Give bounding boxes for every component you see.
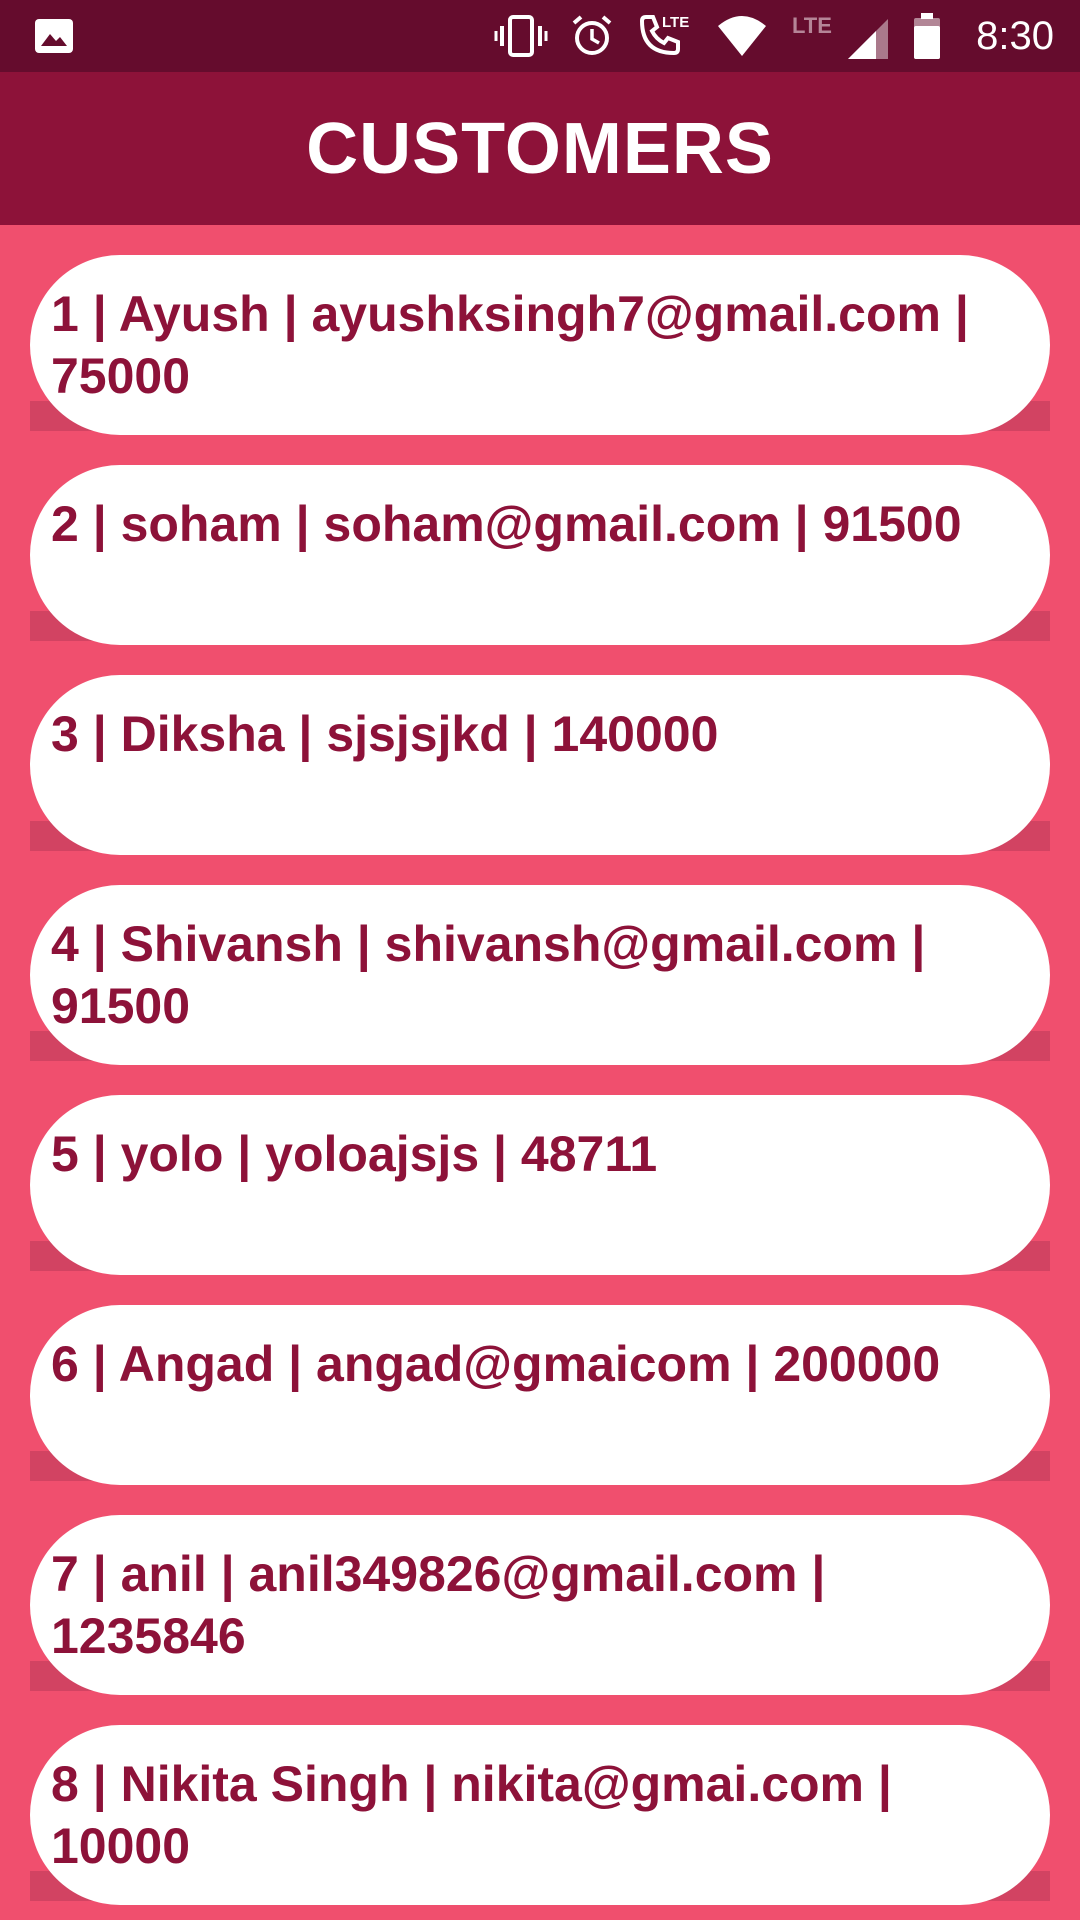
customer-card[interactable]: 8 | Nikita Singh | nikita@gmai.com | 100…	[30, 1725, 1050, 1905]
status-icons: LTE LTE 8:30	[494, 0, 1054, 72]
vibrate-icon	[494, 15, 548, 57]
svg-text:LTE: LTE	[662, 14, 689, 31]
list-item: 4 | Shivansh | shivansh@gmail.com | 9150…	[0, 855, 1080, 1065]
status-bar: LTE LTE 8:30	[0, 0, 1080, 72]
clock: 8:30	[976, 13, 1054, 58]
list-item: 2 | soham | soham@gmail.com | 91500	[0, 435, 1080, 645]
list-item: 1 | Ayush | ayushksingh7@gmail.com | 750…	[0, 225, 1080, 435]
list-item: 5 | yolo | yoloajsjs | 48711	[0, 1065, 1080, 1275]
customer-card[interactable]: 6 | Angad | angad@gmaicom | 200000	[30, 1305, 1050, 1485]
battery-icon	[914, 13, 941, 59]
customer-text: 2 | soham | soham@gmail.com | 91500	[51, 496, 962, 552]
customer-list[interactable]: 1 | Ayush | ayushksingh7@gmail.com | 750…	[0, 225, 1080, 1920]
list-item: 6 | Angad | angad@gmaicom | 200000	[0, 1275, 1080, 1485]
customer-card[interactable]: 3 | Diksha | sjsjsjkd | 140000	[30, 675, 1050, 855]
volte-call-icon: LTE	[640, 14, 689, 56]
alarm-icon	[572, 15, 612, 55]
svg-text:LTE: LTE	[792, 13, 832, 38]
customer-text: 5 | yolo | yoloajsjs | 48711	[51, 1126, 658, 1182]
customer-text: 4 | Shivansh | shivansh@gmail.com | 9150…	[51, 916, 926, 1034]
customer-card[interactable]: 4 | Shivansh | shivansh@gmail.com | 9150…	[30, 885, 1050, 1065]
list-item: 3 | Diksha | sjsjsjkd | 140000	[0, 645, 1080, 855]
customer-text: 6 | Angad | angad@gmaicom | 200000	[51, 1336, 941, 1392]
customer-text: 1 | Ayush | ayushksingh7@gmail.com | 750…	[51, 286, 969, 404]
page-title: CUSTOMERS	[306, 108, 774, 189]
image-icon	[35, 19, 73, 53]
customer-text: 7 | anil | anil349826@gmail.com | 123584…	[51, 1546, 826, 1664]
customer-card[interactable]: 1 | Ayush | ayushksingh7@gmail.com | 750…	[30, 255, 1050, 435]
customer-card[interactable]: 2 | soham | soham@gmail.com | 91500	[30, 465, 1050, 645]
list-item: 7 | anil | anil349826@gmail.com | 123584…	[0, 1485, 1080, 1695]
wifi-icon	[718, 16, 767, 56]
customer-text: 8 | Nikita Singh | nikita@gmai.com | 100…	[51, 1756, 892, 1874]
customer-text: 3 | Diksha | sjsjsjkd | 140000	[51, 706, 719, 762]
customer-card[interactable]: 7 | anil | anil349826@gmail.com | 123584…	[30, 1515, 1050, 1695]
app-bar: CUSTOMERS	[0, 72, 1080, 225]
lte-signal-icon: LTE	[792, 13, 889, 59]
list-item: 8 | Nikita Singh | nikita@gmai.com | 100…	[0, 1695, 1080, 1905]
customer-card[interactable]: 5 | yolo | yoloajsjs | 48711	[30, 1095, 1050, 1275]
